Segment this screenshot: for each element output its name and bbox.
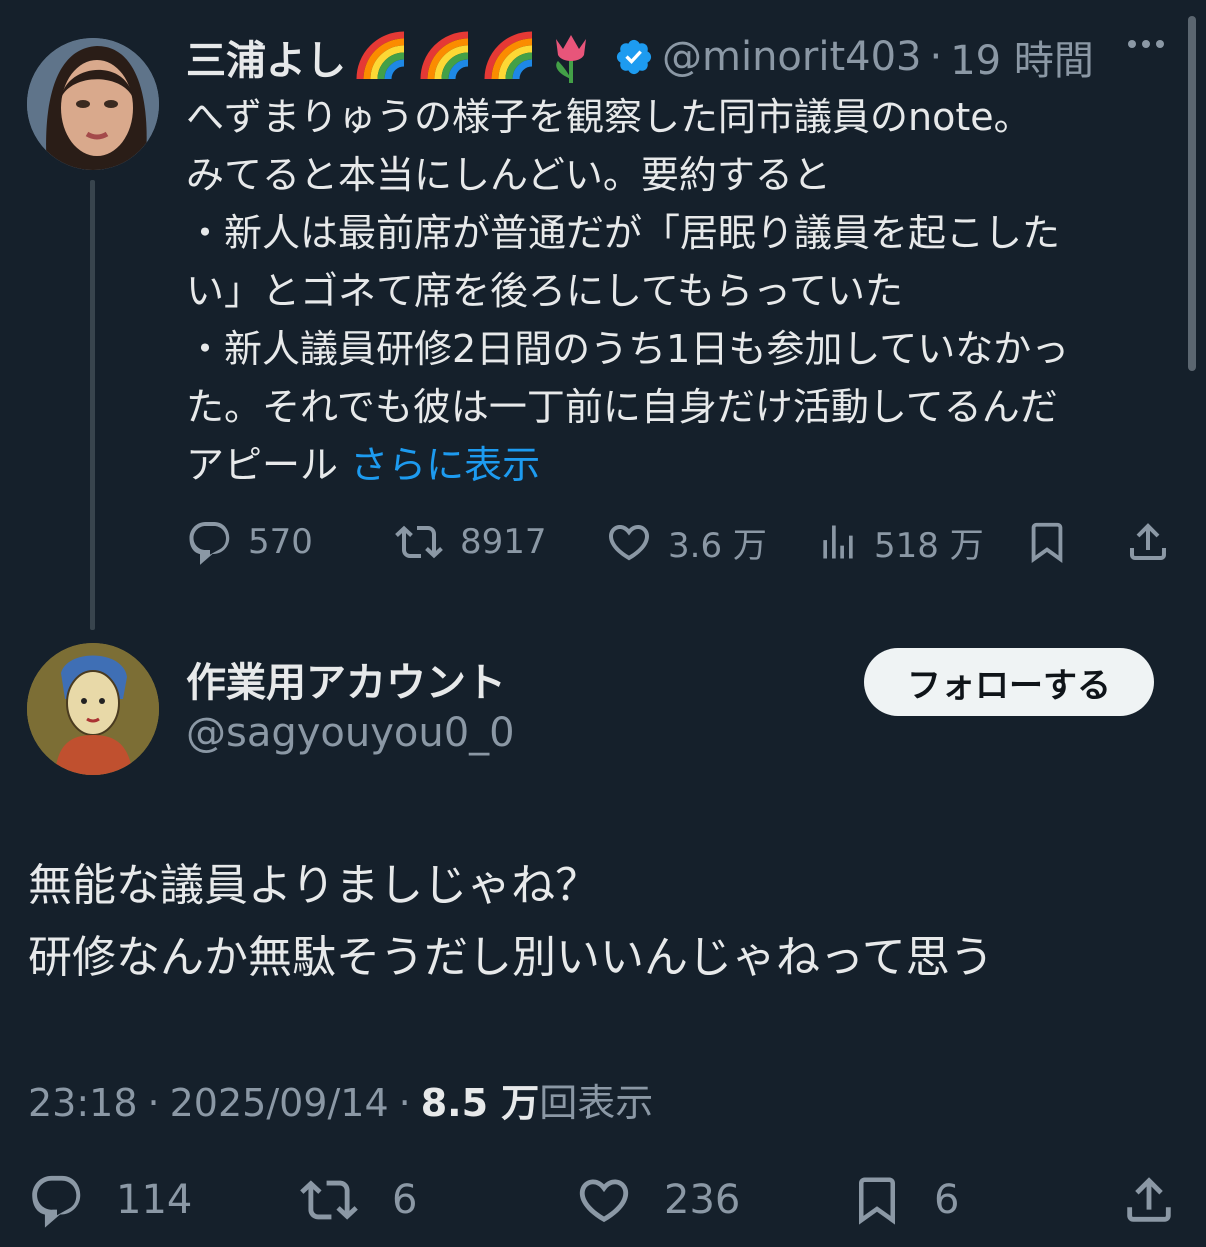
reply-icon	[32, 1175, 81, 1228]
view-label: 回表示	[539, 1081, 654, 1125]
reply-count: 570	[248, 522, 313, 562]
separator-dot: ·	[929, 34, 943, 80]
follow-button[interactable]: フォローする	[864, 648, 1154, 716]
tweet-date[interactable]: 2025/09/14	[170, 1081, 389, 1125]
share-button[interactable]	[1124, 510, 1172, 574]
tweet-time[interactable]: 19 時間	[950, 28, 1094, 86]
reply-icon	[189, 522, 230, 565]
bookmark-button[interactable]: 6	[850, 1160, 959, 1240]
avatar[interactable]	[27, 38, 159, 170]
analytics-icon	[823, 525, 853, 559]
separator-dot: ·	[398, 1081, 411, 1125]
display-name[interactable]: 三浦よし	[186, 28, 346, 86]
reply-count: 114	[116, 1177, 193, 1223]
bookmark-icon	[1031, 522, 1063, 563]
bookmark-button[interactable]	[1024, 510, 1070, 574]
scrollbar[interactable]	[1188, 16, 1196, 371]
avatar[interactable]	[27, 643, 159, 775]
share-icon	[1130, 523, 1166, 560]
tweet-body-text: へずまりゅうの様子を観察した同市議員のnote。 みてると本当にしんどい。要約す…	[186, 95, 1070, 487]
tweet-action-bar: 570 8917 3.6 万 518 万	[186, 510, 1176, 574]
heart-icon	[608, 525, 650, 561]
bookmark-icon	[859, 1177, 895, 1225]
like-count: 236	[664, 1177, 741, 1223]
user-handle[interactable]: @minorit403	[662, 34, 922, 80]
rainbow-emoji-icon	[354, 29, 410, 85]
reply-button[interactable]: 114	[28, 1160, 192, 1240]
share-icon	[1127, 1177, 1171, 1222]
user-handle[interactable]: @sagyouyou0_0	[186, 710, 515, 756]
separator-dot: ·	[147, 1081, 160, 1125]
more-options-icon[interactable]	[1128, 40, 1164, 48]
tweet-header: 三浦よし @minorit403 · 19 時間	[186, 26, 1094, 88]
view-count: 8.5 万	[420, 1081, 540, 1125]
tweet-action-bar: 114 6 236 6	[28, 1160, 1188, 1240]
bookmark-count: 6	[934, 1177, 960, 1223]
heart-icon	[579, 1179, 629, 1223]
tweet-text: へずまりゅうの様子を観察した同市議員のnote。 みてると本当にしんどい。要約す…	[186, 88, 1166, 494]
thread-connector-line	[90, 180, 95, 630]
like-button[interactable]: 3.6 万	[604, 510, 767, 574]
like-button[interactable]: 236	[574, 1160, 740, 1240]
views-button[interactable]: 518 万	[816, 510, 984, 574]
show-more-link[interactable]: さらに表示	[350, 443, 540, 487]
rainbow-emoji-icon	[418, 29, 474, 85]
verified-badge-icon[interactable]	[614, 37, 654, 77]
retweet-count: 8917	[460, 522, 547, 562]
views-count: 518 万	[874, 525, 984, 566]
retweet-icon	[300, 1180, 358, 1220]
tweet-time[interactable]: 23:18	[28, 1081, 138, 1125]
tulip-emoji-icon	[546, 29, 596, 85]
rainbow-emoji-icon	[482, 29, 538, 85]
retweet-count: 6	[392, 1177, 418, 1223]
share-button[interactable]	[1120, 1160, 1178, 1240]
retweet-button[interactable]: 6	[296, 1160, 417, 1240]
retweet-icon	[395, 525, 443, 559]
retweet-button[interactable]: 8917	[392, 510, 547, 574]
like-count: 3.6 万	[668, 525, 767, 566]
reply-button[interactable]: 570	[186, 510, 313, 574]
tweet-text: 無能な議員よりましじゃね？ 研修なんか無駄そうだし別いいんじゃねって思う	[28, 860, 994, 983]
display-name[interactable]: 作業用アカウント	[186, 650, 506, 708]
tweet-meta: 23:18 · 2025/09/14 · 8.5 万 回表示	[28, 1072, 653, 1127]
